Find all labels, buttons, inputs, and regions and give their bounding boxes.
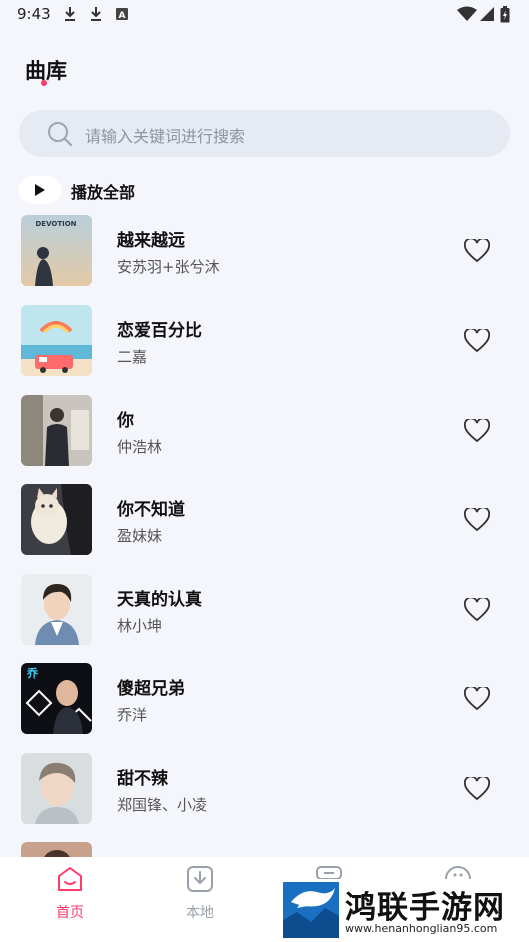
- song-artist: 乔洋: [117, 706, 148, 724]
- svg-text:乔: 乔: [26, 666, 39, 680]
- song-artist: 林小坤: [117, 617, 163, 635]
- font-a-icon: A: [116, 8, 128, 21]
- download-icon: [65, 7, 75, 21]
- song-artist: 仲浩林: [117, 438, 163, 456]
- signal-icon: [480, 7, 494, 21]
- song-item[interactable]: 乔 傻超兄弟 乔洋: [0, 663, 529, 735]
- song-title: 你不知道: [117, 500, 185, 520]
- play-all-button[interactable]: [19, 176, 61, 204]
- song-artist: 安苏羽+张兮沐: [117, 258, 220, 276]
- song-title: 甜不辣: [117, 769, 168, 789]
- album-cover: [21, 484, 92, 555]
- nav-home[interactable]: 首页: [40, 865, 100, 925]
- song-item[interactable]: 天真的认真 林小坤: [0, 574, 529, 646]
- playlist-icon[interactable]: [315, 865, 343, 879]
- album-cover: [21, 574, 92, 645]
- favorite-heart-icon[interactable]: [464, 329, 490, 353]
- song-title: 恋爱百分比: [117, 321, 202, 341]
- nav-local[interactable]: 本地: [170, 865, 230, 925]
- song-item[interactable]: 恋爱百分比 二嘉: [0, 305, 529, 377]
- favorite-heart-icon[interactable]: [464, 777, 490, 801]
- status-bar: 9:43 A: [0, 0, 529, 30]
- song-title: 傻超兄弟: [117, 679, 185, 699]
- watermark-logo-icon: [283, 882, 339, 938]
- song-artist: 二嘉: [117, 348, 148, 366]
- search-placeholder: 请输入关键词进行搜索: [85, 127, 246, 146]
- nav-home-label: 首页: [56, 905, 84, 921]
- favorite-heart-icon[interactable]: [464, 239, 490, 263]
- download-icon: [91, 7, 101, 21]
- favorite-heart-icon[interactable]: [464, 598, 490, 622]
- favorite-heart-icon[interactable]: [464, 419, 490, 443]
- svg-text:A: A: [119, 11, 126, 21]
- favorite-heart-icon[interactable]: [464, 687, 490, 711]
- song-title: 越来越远: [117, 231, 185, 251]
- favorite-heart-icon[interactable]: [464, 508, 490, 532]
- song-item-partial[interactable]: [0, 842, 529, 857]
- wifi-icon: [457, 6, 477, 21]
- album-cover: DEVOTION: [21, 215, 92, 286]
- album-cover: [21, 842, 92, 857]
- status-time: 9:43: [17, 5, 51, 23]
- song-artist: 盈妹妹: [117, 527, 163, 545]
- watermark-url: www.henanhonglian95.com: [345, 922, 498, 935]
- nav-local-label: 本地: [186, 905, 214, 921]
- play-icon: [35, 184, 45, 196]
- download-box-icon: [187, 866, 213, 892]
- song-title: 你: [117, 411, 134, 431]
- search-icon: [48, 122, 73, 147]
- watermark: 鸿联手游网 www.henanhonglian95.com: [281, 880, 529, 942]
- song-title: 天真的认真: [117, 590, 202, 610]
- search-input[interactable]: 请输入关键词进行搜索: [19, 110, 510, 157]
- album-cover: [21, 753, 92, 824]
- home-icon: [58, 867, 82, 891]
- song-item[interactable]: 你不知道 盈妹妹: [0, 484, 529, 556]
- album-cover: [21, 395, 92, 466]
- play-all-label: 播放全部: [71, 183, 136, 202]
- song-item[interactable]: 甜不辣 郑国锋、小凌: [0, 753, 529, 825]
- active-tab-indicator: [41, 80, 47, 86]
- song-item[interactable]: DEVOTION 越来越远 安苏羽+张兮沐: [0, 215, 529, 287]
- song-item[interactable]: 你 仲浩林: [0, 395, 529, 467]
- cover-text: DEVOTION: [35, 220, 76, 228]
- profile-icon[interactable]: [444, 865, 472, 879]
- album-cover: [21, 305, 92, 376]
- album-cover: 乔: [21, 663, 92, 734]
- battery-icon: [500, 6, 510, 23]
- song-artist: 郑国锋、小凌: [117, 796, 208, 814]
- watermark-title: 鸿联手游网: [345, 890, 505, 926]
